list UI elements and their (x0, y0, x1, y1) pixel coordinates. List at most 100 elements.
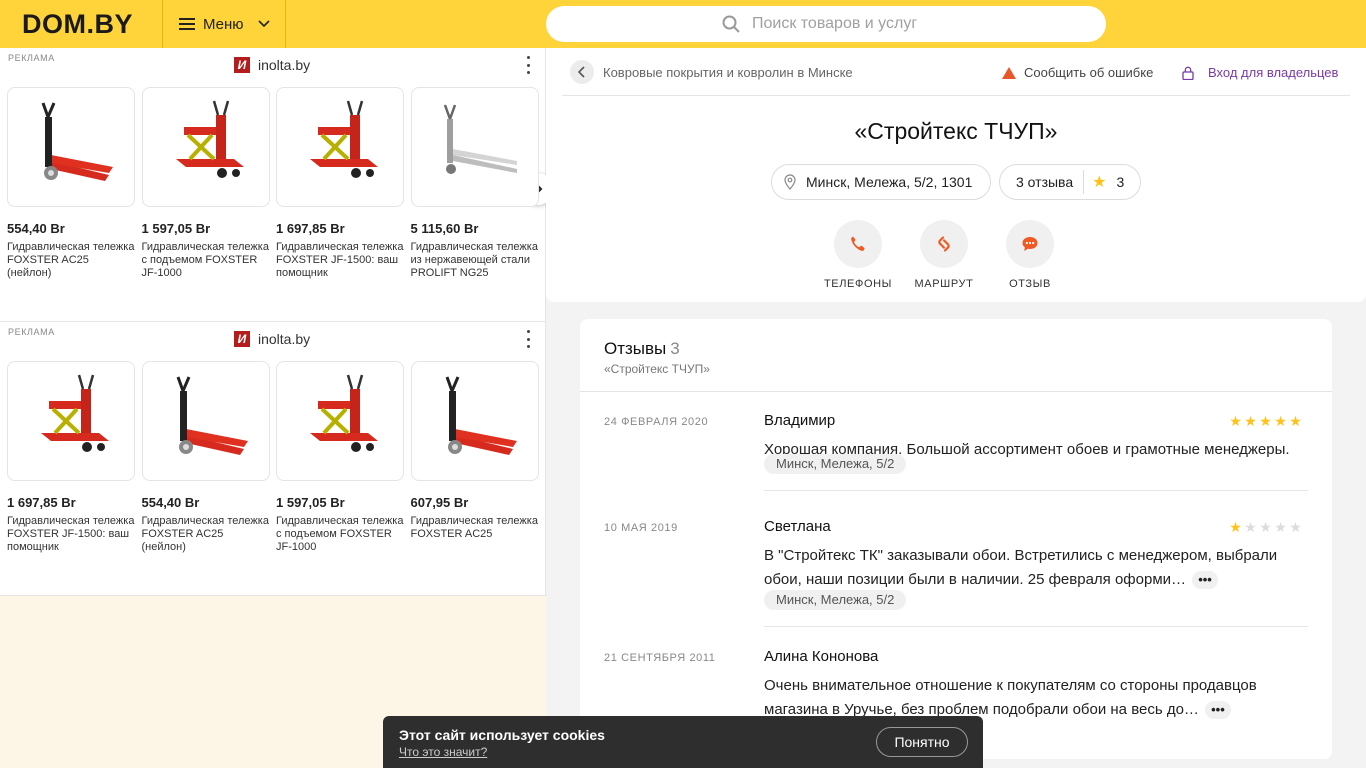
star-icon: ★ (1229, 413, 1242, 429)
breadcrumb[interactable]: Ковровые покрытия и ковролин в Минске (603, 65, 853, 80)
product-description[interactable]: Гидравлическая тележка FOXSTER AC25 (ней… (142, 515, 270, 554)
review-text-body: Очень внимательное отношение к покупател… (764, 677, 1257, 718)
address-pill[interactable]: Минск, Мележа, 5/2, 1301 (771, 164, 991, 200)
cookie-accept-button[interactable]: Понятно (876, 727, 968, 757)
route-label: МАРШРУТ (914, 278, 974, 290)
menu-label: Меню (203, 15, 244, 33)
product-description[interactable]: Гидравлическая тележка FOXSTER JF-1500: … (7, 515, 135, 554)
review-author: Алина Кононова (764, 648, 879, 665)
ad-product-card[interactable]: 607,95 Br Гидравлическая тележка FOXSTER … (410, 361, 539, 541)
divider (764, 490, 1308, 491)
reviews-rating-pill[interactable]: 3 отзыва ★ 3 (999, 164, 1141, 200)
more-options-icon[interactable] (524, 330, 532, 348)
product-description[interactable]: Гидравлическая тележка с подъемом FOXSTE… (142, 241, 270, 280)
search-input[interactable]: Поиск товаров и услуг (546, 6, 1106, 42)
ads-column: РЕКЛАМА И inolta.by 554,40 Br Гидравличес… (0, 48, 554, 768)
ad-product-card[interactable]: 5 115,60 Br Гидравлическая тележка из нер… (410, 87, 539, 280)
cookie-banner: Этот сайт использует cookies Что это зна… (383, 716, 983, 768)
review-text: В "Стройтекс ТК" заказывали обои. Встрет… (764, 544, 1310, 592)
lock-icon (1182, 66, 1194, 80)
ad-brand-name: inolta.by (258, 331, 311, 347)
product-description[interactable]: Гидравлическая тележка FOXSTER AC25 (411, 515, 539, 541)
divider (562, 95, 1350, 96)
divider (764, 626, 1308, 627)
star-icon: ★ (1092, 174, 1107, 191)
ad-product-card[interactable]: 1 697,85 Br Гидравлическая тележка FOXSTE… (276, 87, 404, 280)
product-price: 554,40 Br (141, 495, 200, 510)
product-image[interactable] (276, 87, 404, 207)
product-description[interactable]: Гидравлическая тележка с подъемом FOXSTE… (276, 515, 404, 554)
product-price: 554,40 Br (7, 221, 65, 236)
ad-brand-link[interactable]: И inolta.by (234, 57, 310, 73)
product-image[interactable] (7, 361, 135, 481)
review-label: ОТЗЫВ (1009, 278, 1051, 290)
reviews-heading: Отзывы 3 (604, 339, 680, 359)
ad-product-card[interactable]: 1 697,85 Br Гидравлическая тележка FOXSTE… (7, 361, 135, 554)
more-options-icon[interactable] (524, 56, 532, 74)
company-card: Ковровые покрытия и ковролин в Минске Со… (546, 48, 1366, 302)
review-date: 21 СЕНТЯБРЯ 2011 (604, 652, 716, 664)
ad-brand-link[interactable]: И inolta.by (234, 331, 310, 347)
phones-action[interactable]: ТЕЛЕФОНЫ (823, 220, 893, 290)
star-icon: ★ (1259, 413, 1272, 429)
ad-product-card[interactable]: 554,40 Br Гидравлическая тележка FOXSTER … (141, 361, 270, 554)
product-image[interactable] (141, 87, 270, 207)
product-image[interactable] (410, 87, 539, 207)
pill-separator (1083, 170, 1085, 194)
inolta-logo-icon: И (234, 57, 250, 73)
cookie-info-link[interactable]: Что это значит? (399, 745, 487, 759)
main-content: Ковровые покрытия и ковролин в Минске Со… (546, 48, 1366, 768)
ad-block: РЕКЛАМА И inolta.by 554,40 Br Гидравличес… (0, 48, 554, 322)
review-date: 10 МАЯ 2019 (604, 522, 678, 534)
owners-login-label: Вход для владельцев (1208, 65, 1339, 80)
product-price: 1 697,85 Br (7, 495, 76, 510)
company-title: «Стройтекс ТЧУП» (854, 118, 1058, 144)
product-image[interactable] (7, 87, 135, 207)
review-date: 24 ФЕВРАЛЯ 2020 (604, 416, 709, 428)
reviews-section: Отзывы 3 «Стройтекс ТЧУП» 24 ФЕВРАЛЯ 2020… (580, 319, 1332, 759)
product-image[interactable] (410, 361, 539, 481)
chat-bubble-icon (1006, 220, 1054, 268)
expand-review-button[interactable]: ••• (1205, 701, 1231, 719)
warning-icon (1002, 66, 1016, 79)
product-price: 5 115,60 Br (410, 221, 479, 236)
product-price: 607,95 Br (410, 495, 469, 510)
review-author: Владимир (764, 412, 836, 429)
product-image[interactable] (276, 361, 404, 481)
product-price: 1 597,05 Br (141, 221, 211, 236)
expand-review-button[interactable]: ••• (1192, 571, 1218, 589)
reviews-heading-count: 3 (670, 339, 680, 358)
product-description[interactable]: Гидравлическая тележка FOXSTER JF-1500: … (276, 241, 404, 280)
rating-value: 3 (1116, 174, 1125, 190)
star-icon: ★ (1289, 519, 1302, 535)
review-stars: ★ ★ ★ ★ ★ (1228, 413, 1303, 430)
product-description[interactable]: Гидравлическая тележка из нержавеющей ст… (411, 241, 539, 280)
star-icon: ★ (1289, 413, 1302, 429)
report-error-link[interactable]: Сообщить об ошибке (1002, 65, 1153, 80)
ad-block: РЕКЛАМА И inolta.by 1 697,85 Br Гидравлич… (0, 322, 546, 596)
divider (580, 391, 1332, 392)
product-image[interactable] (141, 361, 270, 481)
star-icon: ★ (1259, 519, 1272, 535)
star-icon: ★ (1274, 413, 1287, 429)
menu-button[interactable]: Меню (162, 0, 286, 48)
inolta-logo-icon: И (234, 331, 250, 347)
address-text: Минск, Мележа, 5/2, 1301 (806, 174, 973, 190)
review-stars: ★ ★ ★ ★ ★ (1228, 519, 1303, 536)
owners-login-link[interactable]: Вход для владельцев (1182, 65, 1338, 80)
ad-brand-name: inolta.by (258, 57, 311, 73)
top-header: DOM.BY Меню Поиск товаров и услуг (0, 0, 1366, 48)
ad-product-card[interactable]: 1 597,05 Br Гидравлическая тележка с подъ… (141, 87, 270, 280)
star-icon: ★ (1244, 519, 1257, 535)
ad-label: РЕКЛАМА (8, 327, 55, 337)
cookie-title: Этот сайт использует cookies (399, 727, 605, 743)
ad-product-card[interactable]: 554,40 Br Гидравлическая тележка FOXSTER … (7, 87, 135, 280)
star-icon: ★ (1244, 413, 1257, 429)
ad-product-card[interactable]: 1 597,05 Br Гидравлическая тележка с подъ… (276, 361, 404, 554)
route-action[interactable]: МАРШРУТ (909, 220, 979, 290)
route-icon (920, 220, 968, 268)
site-logo[interactable]: DOM.BY (22, 9, 133, 40)
write-review-action[interactable]: ОТЗЫВ (995, 220, 1065, 290)
back-arrow-icon[interactable] (570, 60, 594, 84)
product-description[interactable]: Гидравлическая тележка FOXSTER AC25 (ней… (7, 241, 135, 280)
